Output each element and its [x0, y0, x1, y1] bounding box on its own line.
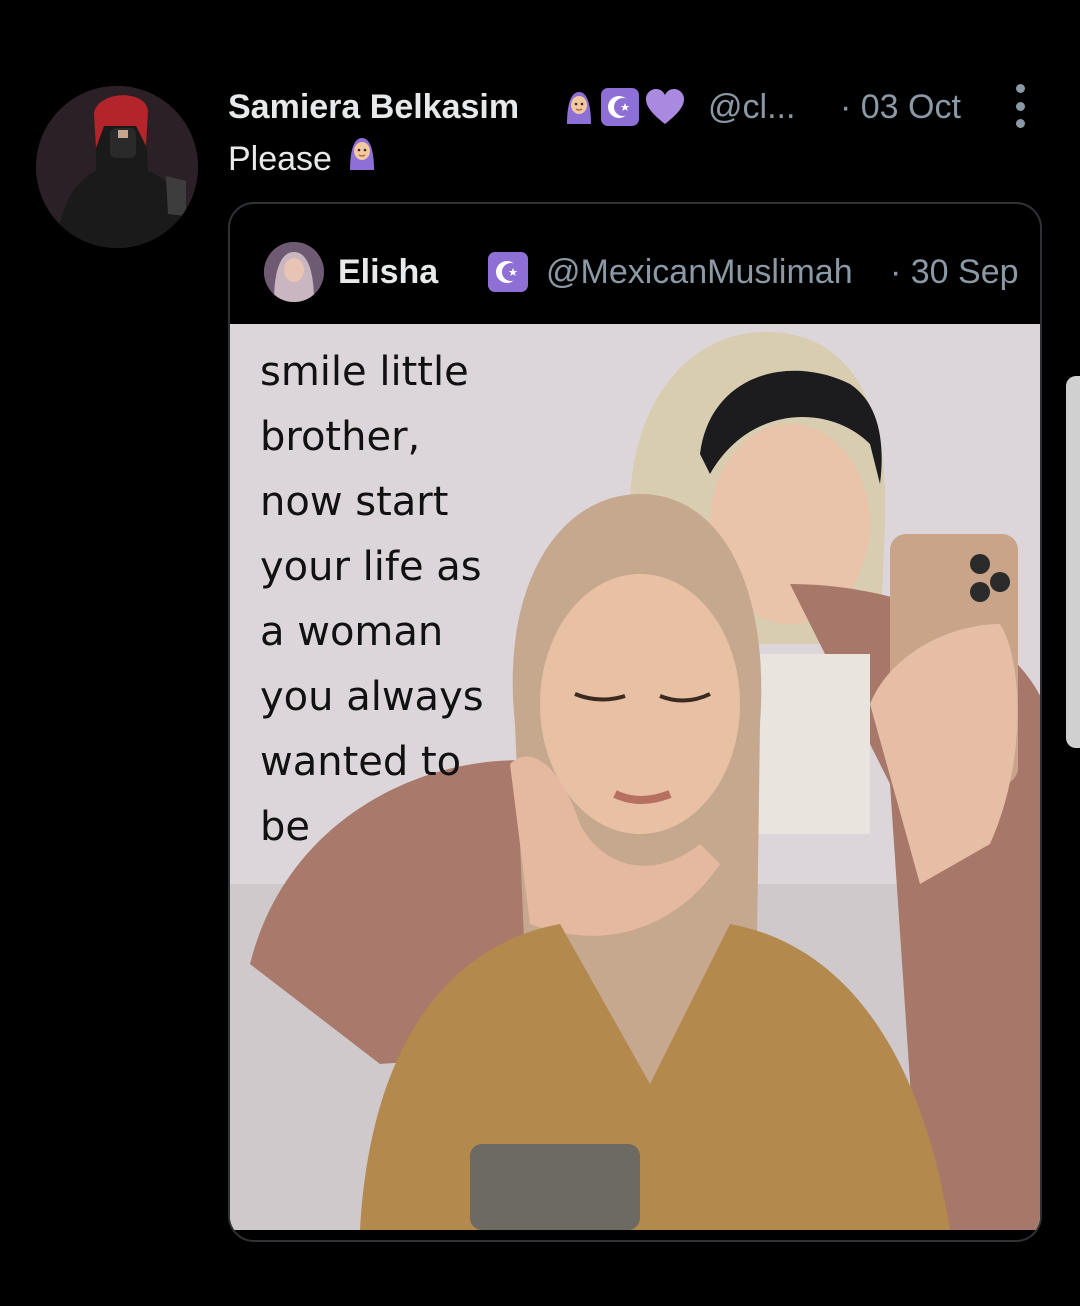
tweet-header: Samiera Belkasim @cl... · 03 Oct [228, 82, 1038, 132]
crescent-star-icon [488, 252, 528, 292]
hijab-woman-icon [563, 90, 595, 124]
more-options-icon[interactable] [1008, 84, 1032, 128]
hijab-woman-icon [346, 136, 378, 182]
purple-heart-icon [645, 88, 685, 126]
quoted-tweet-header: Elisha @MexicanMuslimah · 30 Sep [264, 240, 1024, 302]
tweet-text: Please [228, 136, 378, 182]
quoted-author-avatar[interactable] [264, 242, 324, 302]
avatar-image [36, 86, 198, 248]
meme-caption-text: smile little brother, now start your lif… [260, 349, 484, 850]
tweet-text-content: Please [228, 140, 332, 178]
scrollbar-thumb[interactable] [1066, 376, 1080, 748]
quoted-author-name[interactable]: Elisha [338, 244, 438, 300]
tweet-date[interactable]: · 03 Oct [840, 82, 961, 132]
quoted-tweet-date[interactable]: · 30 Sep [890, 244, 1019, 300]
author-avatar[interactable] [36, 86, 198, 248]
author-name[interactable]: Samiera Belkasim [228, 82, 519, 132]
crescent-star-icon [601, 88, 639, 126]
quoted-author-handle[interactable]: @MexicanMuslimah [546, 244, 853, 300]
quoted-media-image[interactable]: smile little brother, now start your lif… [230, 324, 1040, 1230]
author-handle[interactable]: @cl... [708, 82, 795, 132]
author-badges [563, 88, 685, 126]
quoted-tweet-card[interactable]: Elisha @MexicanMuslimah · 30 Sep smile l… [228, 202, 1042, 1242]
